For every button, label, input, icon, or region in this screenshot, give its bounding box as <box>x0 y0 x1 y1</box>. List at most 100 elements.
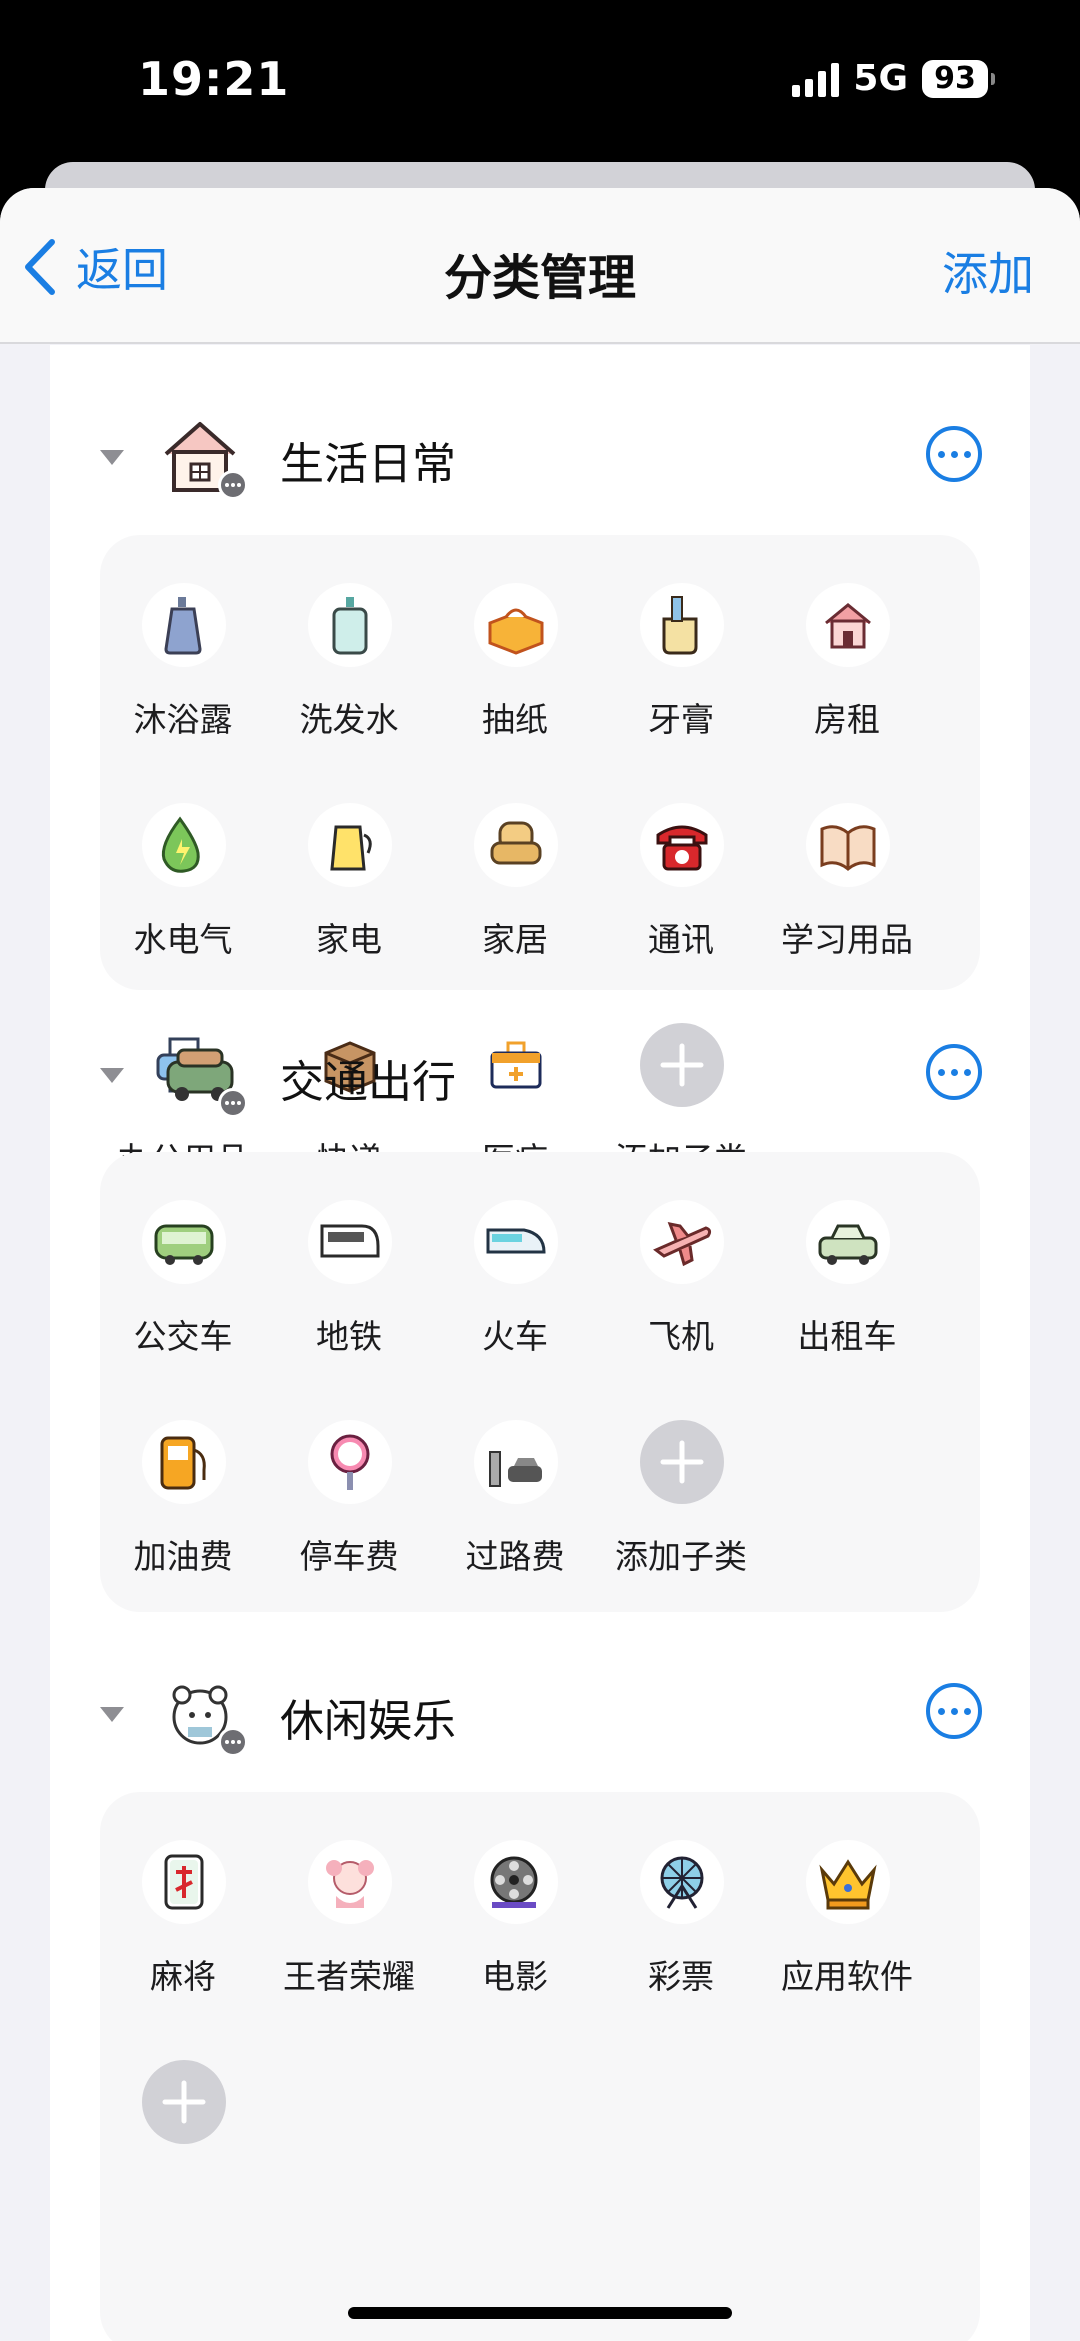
airplane-icon <box>640 1200 724 1284</box>
subcategory-item[interactable]: 抽纸 <box>432 583 598 803</box>
subcategory-label: 王者荣耀 <box>283 1957 415 1996</box>
subcategory-label: 应用软件 <box>781 1957 913 1996</box>
subcategory-item[interactable]: 应用软件 <box>764 1840 930 2060</box>
subcategory-grid: 麻将 王者荣耀 电影 彩票 应用软件 <box>100 1840 930 2280</box>
tissue-box-icon <box>474 583 558 667</box>
subcategory-item[interactable]: 洗发水 <box>266 583 432 803</box>
page-title: 分类管理 <box>443 250 636 306</box>
subcategory-label: 火车 <box>482 1317 548 1356</box>
edit-badge-icon <box>218 1727 248 1757</box>
edit-badge-icon <box>218 470 248 500</box>
add-button[interactable]: 添加 <box>942 238 1034 304</box>
plus-icon <box>640 1420 724 1504</box>
collapse-caret-icon[interactable] <box>100 1707 124 1722</box>
subcategory-item[interactable]: 学习用品 <box>764 803 930 1023</box>
subcategory-label: 水电气 <box>133 920 233 959</box>
mahjong-tile-icon <box>142 1840 226 1924</box>
subcategory-item[interactable]: 过路费 <box>432 1420 598 1640</box>
game-character-icon <box>308 1840 392 1924</box>
train-icon <box>474 1200 558 1284</box>
film-reel-icon <box>474 1840 558 1924</box>
lottery-wheel-icon <box>640 1840 724 1924</box>
add-subcategory-button[interactable] <box>100 2060 266 2280</box>
subcategory-grid: 公交车 地铁 火车 飞机 出租车 加油费 停车费 过路费 添加子类 <box>100 1200 930 1640</box>
subcategory-item[interactable]: 火车 <box>432 1200 598 1420</box>
subcategory-label: 加油费 <box>133 1537 233 1576</box>
home-indicator[interactable] <box>348 2307 732 2319</box>
house-icon <box>806 583 890 667</box>
category-header[interactable]: 交通出行 <box>50 1016 1030 1136</box>
parking-sign-icon <box>308 1420 392 1504</box>
subcategory-label: 家居 <box>482 920 548 959</box>
subcategory-item[interactable]: 王者荣耀 <box>266 1840 432 2060</box>
navigation-bar: 返回 分类管理 添加 <box>0 188 1080 344</box>
subcategory-label: 通讯 <box>648 920 714 959</box>
subcategory-label: 洗发水 <box>299 700 399 739</box>
subcategory-label: 学习用品 <box>781 920 913 959</box>
subcategory-label: 家电 <box>316 920 382 959</box>
subcategory-item[interactable]: 飞机 <box>598 1200 764 1420</box>
subcategory-item[interactable]: 通讯 <box>598 803 764 1023</box>
bus-icon <box>142 1200 226 1284</box>
subcategory-item[interactable]: 沐浴露 <box>100 583 266 803</box>
subcategory-card: 麻将 王者荣耀 电影 彩票 应用软件 <box>100 1792 980 2341</box>
subcategory-label: 麻将 <box>150 1957 216 1996</box>
category-header[interactable]: 生活日常 <box>50 398 1030 518</box>
toll-gate-icon <box>474 1420 558 1504</box>
subcategory-label: 地铁 <box>316 1317 382 1356</box>
subcategory-item[interactable]: 家居 <box>432 803 598 1023</box>
subcategory-label: 牙膏 <box>648 700 714 739</box>
signal-icon <box>792 61 840 97</box>
subcategory-item[interactable]: 加油费 <box>100 1420 266 1640</box>
subcategory-label: 过路费 <box>465 1537 565 1576</box>
status-bar: 19:21 5G 93 <box>0 0 1080 160</box>
taxi-icon <box>806 1200 890 1284</box>
more-options-button[interactable] <box>926 1044 982 1100</box>
battery-level: 93 <box>934 61 976 96</box>
book-icon <box>806 803 890 887</box>
subway-icon <box>308 1200 392 1284</box>
telephone-icon <box>640 803 724 887</box>
subcategory-item[interactable]: 麻将 <box>100 1840 266 2060</box>
status-indicators: 5G 93 <box>792 58 995 99</box>
subcategory-item[interactable]: 公交车 <box>100 1200 266 1420</box>
network-type: 5G <box>853 58 908 99</box>
subcategory-label: 房租 <box>814 700 880 739</box>
subcategory-label: 电影 <box>482 1957 548 1996</box>
subcategory-item[interactable]: 地铁 <box>266 1200 432 1420</box>
add-subcategory-button[interactable]: 添加子类 <box>598 1420 764 1640</box>
subcategory-label: 彩票 <box>648 1957 714 1996</box>
collapse-caret-icon[interactable] <box>100 1068 124 1083</box>
toothpaste-icon <box>640 583 724 667</box>
subcategory-item[interactable]: 水电气 <box>100 803 266 1023</box>
collapse-caret-icon[interactable] <box>100 450 124 465</box>
category-header[interactable]: 休闲娱乐 <box>50 1655 1030 1775</box>
category-sheet: 返回 分类管理 添加 生活日常 沐浴露 洗发水 抽纸 牙膏 房租 水电气 家电 … <box>0 188 1080 2341</box>
subcategory-item[interactable]: 电影 <box>432 1840 598 2060</box>
subcategory-grid: 沐浴露 洗发水 抽纸 牙膏 房租 水电气 家电 家居 通讯 学习用品 <box>100 583 930 1243</box>
subcategory-item[interactable]: 家电 <box>266 803 432 1023</box>
fuel-pump-icon <box>142 1420 226 1504</box>
category-title: 交通出行 <box>280 1057 456 1108</box>
utility-drop-icon <box>142 803 226 887</box>
subcategory-item[interactable]: 房租 <box>764 583 930 803</box>
more-options-button[interactable] <box>926 1683 982 1739</box>
kettle-icon <box>308 803 392 887</box>
subcategory-card: 沐浴露 洗发水 抽纸 牙膏 房租 水电气 家电 家居 通讯 学习用品 <box>100 535 980 1179</box>
subcategory-label: 添加子类 <box>615 1537 747 1576</box>
subcategory-label: 公交车 <box>133 1317 233 1356</box>
subcategory-item[interactable]: 牙膏 <box>598 583 764 803</box>
shower-gel-icon <box>142 583 226 667</box>
crown-icon <box>806 1840 890 1924</box>
subcategory-label: 飞机 <box>648 1317 714 1356</box>
more-options-button[interactable] <box>926 426 982 482</box>
status-time: 19:21 <box>138 52 290 106</box>
subcategory-item[interactable]: 出租车 <box>764 1200 930 1420</box>
plus-icon <box>142 2060 226 2144</box>
subcategory-item[interactable]: 彩票 <box>598 1840 764 2060</box>
category-title: 生活日常 <box>280 439 456 490</box>
subcategory-card: 公交车 地铁 火车 飞机 出租车 加油费 停车费 过路费 添加子类 <box>100 1152 980 1612</box>
subcategory-label: 停车费 <box>299 1537 399 1576</box>
subcategory-item[interactable]: 停车费 <box>266 1420 432 1640</box>
subcategory-label: 抽纸 <box>482 700 548 739</box>
